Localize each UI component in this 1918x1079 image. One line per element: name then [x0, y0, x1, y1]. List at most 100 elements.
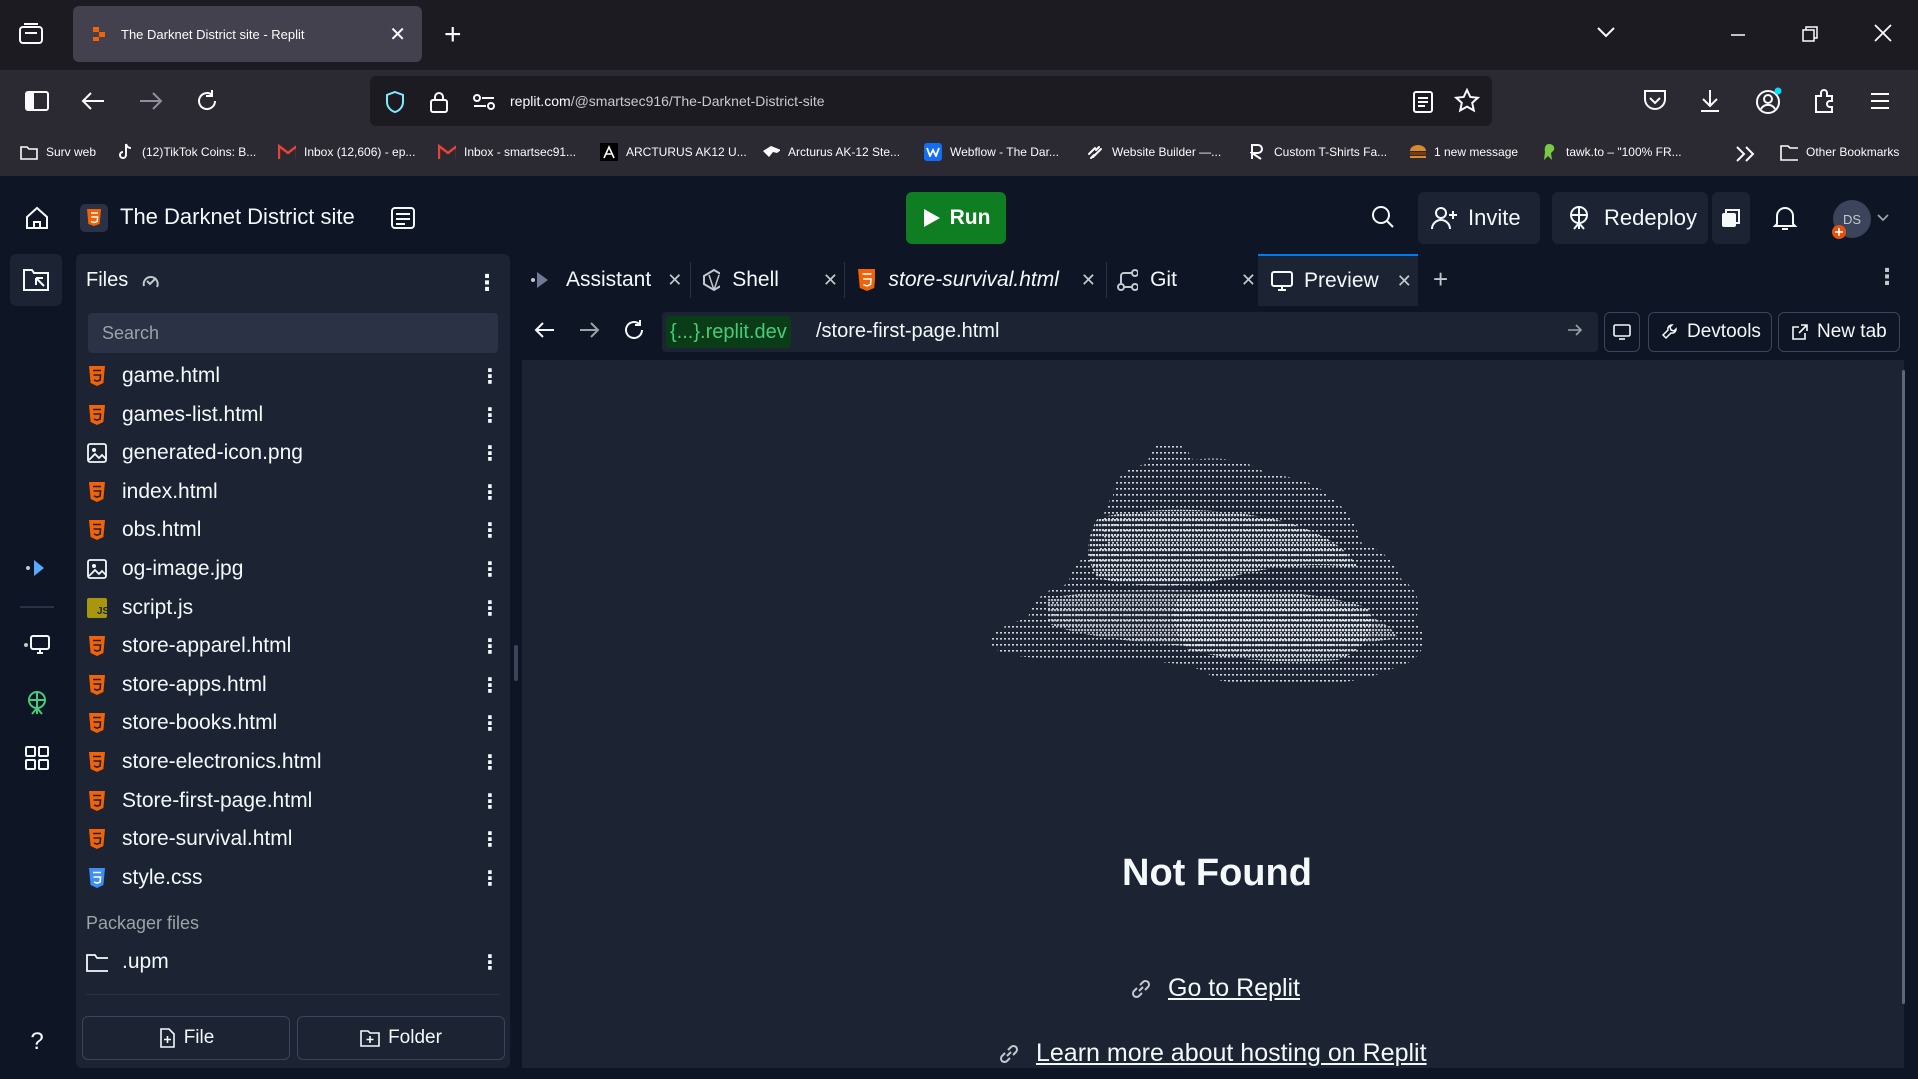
list-item[interactable]: index.html ⋮ [86, 475, 500, 509]
bookmark-item[interactable]: Website Builder —... [1086, 143, 1221, 161]
file-menu-icon[interactable]: ⋮ [480, 364, 500, 389]
close-icon[interactable]: ✕ [667, 270, 682, 291]
panel-resize-handle[interactable] [514, 645, 518, 681]
preview-url-input[interactable] [662, 312, 1598, 352]
new-tab-button[interactable]: New tab [1778, 312, 1900, 352]
tab-store-survival[interactable]: store-survival.html ✕ [856, 254, 1096, 306]
file-menu-icon[interactable]: ⋮ [480, 557, 500, 582]
help-icon[interactable]: ? [22, 1027, 52, 1057]
device-preview-button[interactable] [1604, 312, 1640, 352]
new-file-button[interactable]: File [82, 1016, 290, 1060]
go-to-replit-link[interactable]: Go to Replit [1128, 974, 1300, 1003]
file-menu-icon[interactable]: ⋮ [480, 750, 500, 775]
list-item[interactable]: obs.html ⋮ [86, 513, 500, 547]
list-item[interactable]: store-apparel.html ⋮ [86, 629, 500, 663]
browser-tab-active[interactable]: The Darknet District site - Replit ✕ [73, 6, 422, 62]
list-item[interactable]: .upm ⋮ [86, 945, 500, 979]
list-item[interactable]: style.css ⋮ [86, 861, 500, 895]
file-menu-icon[interactable]: ⋮ [480, 866, 500, 891]
files-rail-button[interactable] [10, 254, 62, 306]
bookmark-item[interactable]: 1 new message [1408, 143, 1518, 161]
close-tab-icon[interactable]: ✕ [389, 22, 406, 47]
bookmark-item[interactable]: Webflow - The Dar... [924, 143, 1059, 161]
tab-shell[interactable]: Shell ✕ [702, 254, 838, 306]
run-button[interactable]: Run [906, 192, 1006, 244]
chevron-down-icon[interactable] [1594, 22, 1618, 42]
list-item[interactable]: store-books.html ⋮ [86, 706, 500, 740]
bookmark-item[interactable]: Arcturus AK-12 Ste... [762, 143, 900, 161]
menu-icon[interactable] [1868, 90, 1892, 112]
preview-forward-icon[interactable] [578, 320, 600, 340]
list-item[interactable]: JS script.js ⋮ [86, 591, 500, 625]
sidebar-toggle-icon[interactable] [24, 90, 50, 112]
file-menu-icon[interactable]: ⋮ [480, 827, 500, 852]
minimize-icon[interactable] [1728, 22, 1748, 42]
shield-icon[interactable] [384, 90, 406, 114]
list-item[interactable]: generated-icon.png ⋮ [86, 436, 500, 470]
preview-reload-icon[interactable] [622, 318, 646, 342]
list-item[interactable]: store-apps.html ⋮ [86, 668, 500, 702]
preview-rail-icon[interactable] [22, 630, 52, 660]
file-menu-icon[interactable]: ⋮ [480, 634, 500, 659]
file-menu-icon[interactable]: ⋮ [480, 711, 500, 736]
files-search-input[interactable]: Search [88, 313, 498, 353]
project-title[interactable]: The Darknet District site [120, 204, 355, 230]
home-icon[interactable] [24, 206, 50, 230]
project-info-icon[interactable] [390, 206, 416, 230]
close-icon[interactable]: ✕ [1081, 270, 1096, 291]
reader-view-icon[interactable] [1412, 90, 1434, 114]
file-menu-icon[interactable]: ⋮ [480, 596, 500, 621]
file-menu-icon[interactable]: ⋮ [480, 673, 500, 698]
preview-path[interactable]: /store-first-page.html [816, 320, 999, 343]
preview-back-icon[interactable] [534, 320, 556, 340]
reload-icon[interactable] [194, 88, 220, 114]
extensions-icon[interactable] [1812, 88, 1838, 114]
close-window-icon[interactable] [1872, 22, 1894, 44]
file-menu-icon[interactable]: ⋮ [480, 403, 500, 428]
bookmark-item[interactable]: Surv web [20, 143, 96, 161]
bookmark-item[interactable]: Inbox - smartsec91... [438, 143, 576, 161]
file-menu-icon[interactable]: ⋮ [480, 789, 500, 814]
redeploy-button[interactable]: Redeploy [1552, 192, 1708, 244]
list-item[interactable]: store-survival.html ⋮ [86, 822, 500, 856]
download-icon[interactable] [1698, 88, 1722, 114]
file-menu-icon[interactable]: ⋮ [480, 518, 500, 543]
list-item[interactable]: Store-first-page.html ⋮ [86, 784, 500, 818]
other-bookmarks[interactable]: Other Bookmarks [1780, 143, 1899, 161]
tab-preview[interactable]: Preview ✕ [1258, 254, 1418, 306]
bookmark-item[interactable]: Inbox (12,606) - ep... [278, 143, 415, 161]
list-item[interactable]: og-image.jpg ⋮ [86, 552, 500, 586]
close-icon[interactable]: ✕ [823, 270, 838, 291]
bookmark-item[interactable]: (12)TikTok Coins: B... [116, 143, 256, 161]
new-tab-icon[interactable]: + [444, 18, 462, 52]
account-icon[interactable] [1754, 86, 1784, 116]
search-icon[interactable] [1370, 204, 1396, 230]
file-menu-icon[interactable]: ⋮ [480, 441, 500, 466]
deployments-rail-icon[interactable] [22, 688, 52, 718]
new-pane-tab-icon[interactable]: + [1433, 264, 1448, 295]
tab-git[interactable]: Git ✕ [1116, 254, 1256, 306]
site-permissions-icon[interactable] [472, 92, 496, 112]
multiplayer-button[interactable] [1712, 192, 1750, 244]
list-item[interactable]: games-list.html ⋮ [86, 398, 500, 432]
file-menu-icon[interactable]: ⋮ [480, 480, 500, 505]
notifications-bell-icon[interactable] [1772, 204, 1798, 232]
pane-menu-icon[interactable]: ⋮ [1876, 264, 1898, 290]
files-menu-icon[interactable]: ⋮ [476, 270, 498, 296]
bookmark-item[interactable]: Custom T-Shirts Fa... [1248, 143, 1387, 161]
learn-more-link[interactable]: Learn more about hosting on Replit [996, 1039, 1427, 1068]
assistant-rail-icon[interactable] [22, 553, 52, 583]
list-item[interactable]: game.html ⋮ [86, 359, 500, 393]
chevron-down-icon[interactable] [1876, 212, 1890, 224]
close-icon[interactable]: ✕ [1241, 270, 1256, 291]
tab-list-icon[interactable] [18, 22, 44, 46]
bookmark-item[interactable]: ARCTURUS AK12 U... [600, 143, 747, 161]
file-menu-icon[interactable]: ⋮ [480, 950, 500, 975]
devtools-button[interactable]: Devtools [1648, 312, 1772, 352]
invite-button[interactable]: Invite [1418, 192, 1540, 244]
restore-icon[interactable] [1800, 24, 1820, 44]
close-icon[interactable]: ✕ [1397, 271, 1412, 292]
pocket-icon[interactable] [1642, 88, 1668, 112]
new-folder-button[interactable]: Folder [297, 1016, 505, 1060]
more-bookmarks-icon[interactable] [1734, 144, 1758, 164]
